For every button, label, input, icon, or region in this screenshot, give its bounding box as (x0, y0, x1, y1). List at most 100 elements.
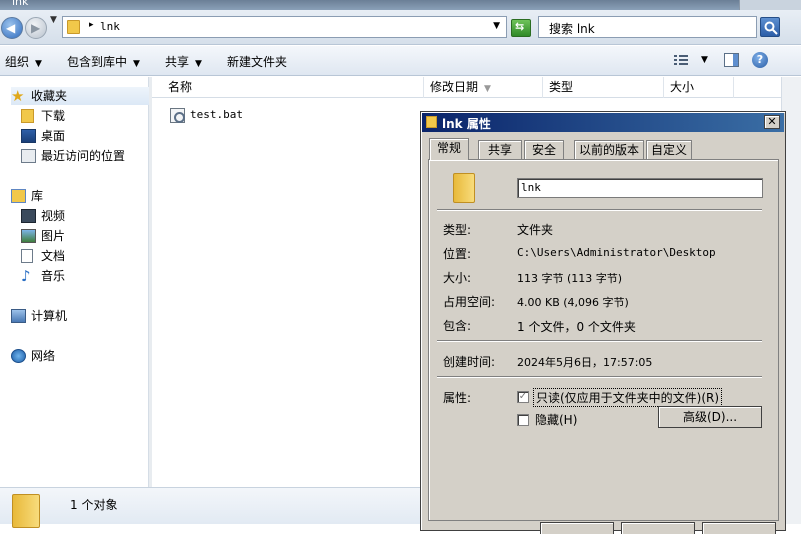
address-dropdown-icon[interactable]: ▼ (493, 21, 500, 31)
organize-menu[interactable]: 组织 ▼ (5, 53, 42, 70)
nav-libraries-label: 库 (31, 189, 44, 203)
created-value: 2024年5月6日，17:57:05 (517, 356, 653, 369)
refresh-button[interactable]: ⇆ (511, 19, 531, 37)
address-field[interactable]: ▸ lnk ▼ (62, 16, 507, 38)
nav-favorites-label: 收藏夹 (31, 89, 68, 103)
computer-icon (11, 309, 26, 323)
column-date[interactable]: 修改日期 ▼ (424, 77, 543, 98)
folder-name-input[interactable]: lnk (517, 178, 763, 198)
music-note-icon: ♪ (21, 267, 31, 285)
chevron-down-icon: ▼ (133, 59, 140, 69)
column-size[interactable]: 大小 (664, 77, 734, 98)
include-library-menu[interactable]: 包含到库中 ▼ (67, 53, 140, 70)
nav-computer-label: 计算机 (31, 309, 68, 323)
share-label: 共享 (165, 55, 190, 69)
view-dropdown-icon[interactable]: ▼ (701, 55, 708, 65)
chevron-down-icon: ▼ (35, 59, 42, 69)
chevron-down-icon: ▼ (195, 59, 202, 69)
search-icon (764, 21, 778, 35)
dialog-title: lnk 属性 (442, 117, 491, 131)
nav-desktop-label: 桌面 (41, 129, 66, 143)
include-library-label: 包含到库中 (67, 55, 128, 69)
batch-file-icon (170, 108, 185, 123)
window-title-bar: lnk (0, 0, 801, 10)
type-value: 文件夹 (517, 223, 554, 237)
recent-places-icon (21, 149, 36, 163)
search-input[interactable]: 搜索 lnk (538, 16, 757, 38)
nav-pictures-label: 图片 (41, 229, 66, 243)
help-icon[interactable]: ? (752, 52, 768, 68)
tab-security[interactable]: 安全 (524, 140, 564, 160)
location-label: 位置: (443, 247, 472, 261)
breadcrumb-separator-icon[interactable]: ▸ (89, 20, 94, 30)
close-icon: ✕ (767, 115, 777, 128)
item-count: 1 个对象 (70, 498, 118, 512)
contains-value: 1 个文件，0 个文件夹 (517, 320, 636, 334)
readonly-checkbox[interactable]: ✓ (517, 391, 529, 403)
nav-network[interactable]: 网络 (11, 347, 131, 365)
nav-downloads[interactable]: 下载 (21, 107, 141, 125)
nav-documents[interactable]: 文档 (21, 247, 141, 265)
refresh-icon: ⇆ (515, 20, 525, 33)
created-label: 创建时间: (443, 355, 496, 369)
desktop-icon (21, 129, 36, 143)
disk-size-value: 4.00 KB (4,096 字节) (517, 296, 629, 309)
nav-videos[interactable]: 视频 (21, 207, 141, 225)
sort-arrow-icon: ▼ (484, 84, 491, 94)
share-menu[interactable]: 共享 ▼ (165, 53, 202, 70)
folder-icon (67, 20, 80, 34)
divider (437, 340, 762, 342)
tab-customize[interactable]: 自定义 (646, 140, 692, 160)
column-date-label: 修改日期 (430, 80, 479, 94)
new-folder-button[interactable]: 新建文件夹 (227, 53, 287, 70)
tab-share[interactable]: 共享 (478, 140, 522, 160)
folder-icon (453, 173, 475, 203)
hidden-label[interactable]: 隐藏(H) (535, 411, 577, 428)
forward-arrow-icon: ▶ (31, 21, 41, 35)
documents-icon (21, 249, 33, 263)
search-button[interactable] (760, 17, 780, 37)
tab-previous-versions[interactable]: 以前的版本 (574, 140, 644, 160)
nav-pictures[interactable]: 图片 (21, 227, 141, 245)
divider (437, 209, 762, 211)
nav-recent[interactable]: 最近访问的位置 (21, 147, 146, 165)
nav-downloads-label: 下载 (41, 109, 66, 123)
file-name: test.bat (190, 108, 243, 121)
search-placeholder: 搜索 lnk (549, 22, 595, 36)
nav-computer[interactable]: 计算机 (11, 307, 131, 325)
dialog-title-bar[interactable]: lnk 属性 ✕ (422, 113, 784, 132)
nav-favorites[interactable]: ★ 收藏夹 (11, 87, 149, 105)
readonly-label[interactable]: 只读(仅应用于文件夹中的文件)(R) (533, 388, 723, 407)
location-value: C:\Users\Administrator\Desktop (517, 246, 716, 259)
back-button[interactable]: ◀ (1, 17, 23, 39)
general-tab-panel: lnk 类型: 文件夹 位置: C:\Users\Administrator\D… (428, 159, 779, 521)
forward-button[interactable]: ▶ (25, 17, 47, 39)
pictures-icon (21, 229, 36, 243)
close-button[interactable]: ✕ (764, 115, 780, 129)
folder-icon (12, 494, 40, 528)
column-type[interactable]: 类型 (543, 77, 664, 98)
file-list-item[interactable]: test.bat (166, 107, 396, 125)
preview-pane-icon[interactable] (724, 53, 739, 67)
nav-pane-splitter[interactable] (149, 77, 152, 487)
breadcrumb-path[interactable]: lnk (100, 20, 120, 33)
nav-desktop[interactable]: 桌面 (21, 127, 141, 145)
caption-buttons[interactable] (739, 0, 801, 10)
hidden-checkbox[interactable] (517, 414, 529, 426)
view-options-icon[interactable] (674, 54, 688, 66)
nav-libraries[interactable]: 库 (11, 187, 131, 205)
organize-label: 组织 (5, 55, 30, 69)
disk-size-label: 占用空间: (443, 295, 496, 309)
nav-videos-label: 视频 (41, 209, 66, 223)
nav-music[interactable]: ♪ 音乐 (21, 267, 141, 285)
tab-general[interactable]: 常规 (429, 138, 469, 160)
downloads-folder-icon (21, 109, 34, 123)
history-dropdown-icon[interactable]: ▼ (50, 15, 57, 25)
advanced-button[interactable]: 高级(D)... (658, 406, 762, 428)
column-name[interactable]: 名称 (162, 77, 424, 98)
back-arrow-icon: ◀ (6, 21, 16, 35)
details-pane: 1 个对象 (0, 487, 420, 528)
library-icon (11, 189, 26, 203)
video-icon (21, 209, 36, 223)
nav-music-label: 音乐 (41, 269, 66, 283)
